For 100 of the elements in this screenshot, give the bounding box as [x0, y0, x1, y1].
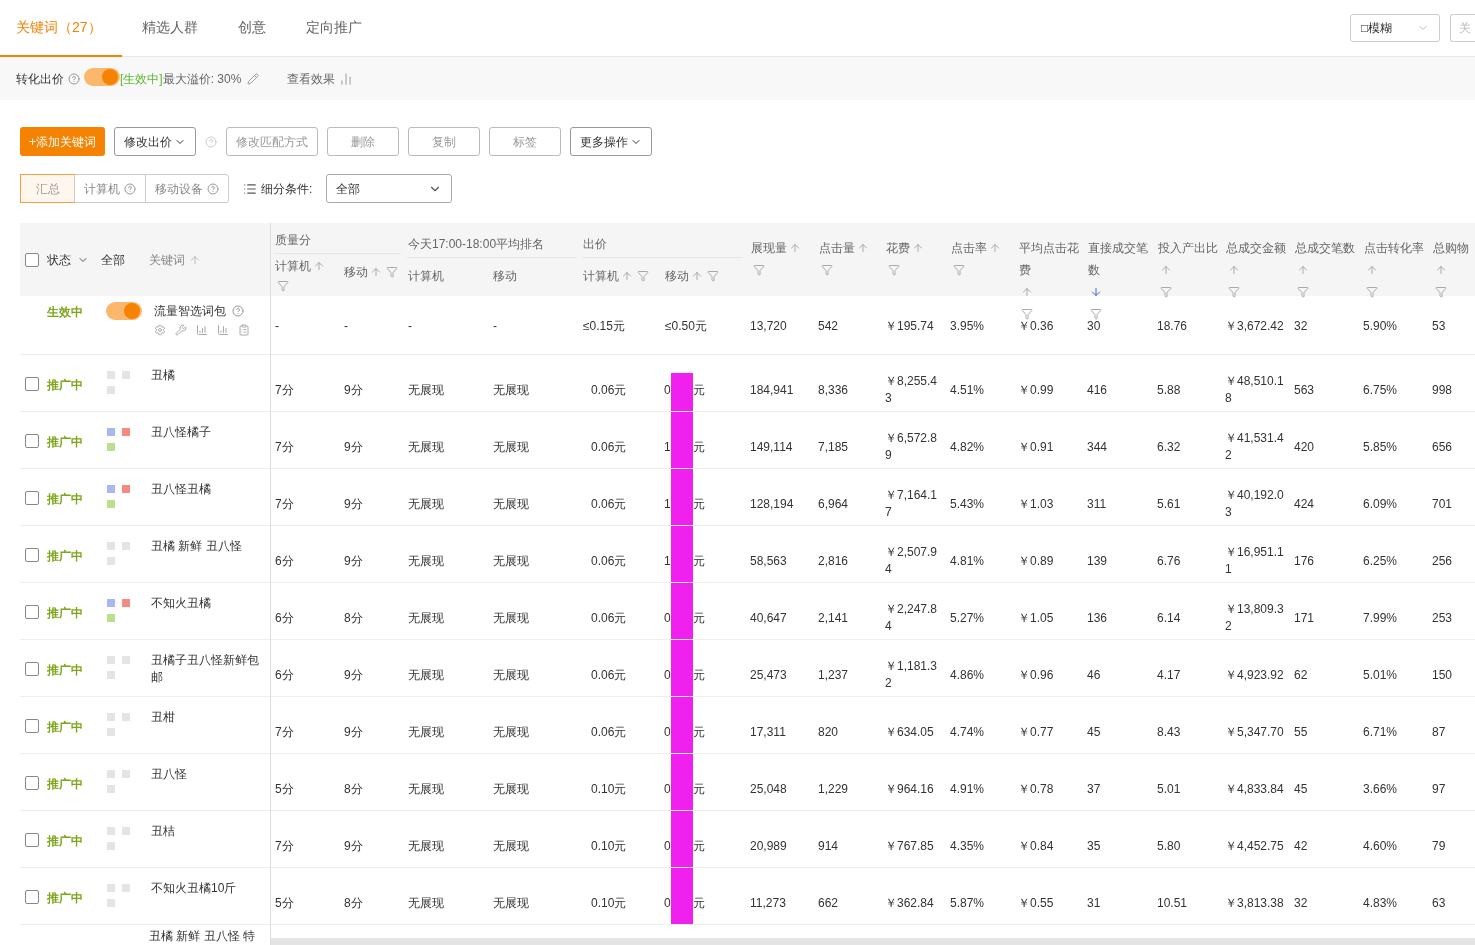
clipboard-icon[interactable]	[238, 324, 250, 336]
table-cell: 45	[1087, 723, 1101, 741]
column-header[interactable]: 点击转化率	[1364, 237, 1424, 259]
sort-ascending-icon[interactable]	[1366, 264, 1378, 276]
column-header[interactable]: 直接成交笔数	[1088, 237, 1153, 281]
sort-ascending-icon[interactable]	[1160, 264, 1172, 276]
help-icon[interactable]	[207, 182, 219, 195]
checkbox[interactable]	[25, 662, 39, 676]
sort-ascending-icon[interactable]	[912, 242, 924, 254]
filter-icon[interactable]	[1435, 286, 1447, 298]
table-cell-text: 无展现	[493, 781, 529, 798]
keyword-text: 丑八怪	[151, 766, 188, 783]
device-tab[interactable]: 计算机	[74, 175, 145, 202]
sort-descending-icon[interactable]	[1090, 286, 1102, 298]
checkbox[interactable]	[25, 890, 39, 904]
column-header[interactable]: 花费	[886, 237, 910, 259]
filter-icon[interactable]	[1090, 308, 1102, 320]
help-icon[interactable]	[68, 72, 80, 85]
sort-ascending-icon[interactable]	[370, 266, 382, 278]
filter-icon[interactable]	[1160, 286, 1172, 298]
filter-icon[interactable]	[821, 264, 833, 276]
tab[interactable]: 定向推广	[286, 0, 382, 57]
tab[interactable]: 创意	[218, 0, 286, 57]
column-header[interactable]: 总成交金额	[1226, 237, 1286, 259]
sort-ascending-icon[interactable]	[691, 270, 703, 282]
filter-icon[interactable]	[953, 264, 965, 276]
checkbox[interactable]	[25, 252, 39, 267]
checkbox[interactable]	[25, 719, 39, 733]
checkbox[interactable]	[25, 776, 39, 790]
bar-chart-icon[interactable]	[339, 71, 354, 86]
keyword-header[interactable]: 关键词	[149, 250, 185, 269]
help-icon[interactable]	[205, 135, 217, 148]
filter-icon[interactable]	[1297, 286, 1309, 298]
filter-icon[interactable]	[888, 264, 900, 276]
checkbox[interactable]	[25, 491, 39, 505]
sort-ascending-icon[interactable]	[189, 253, 201, 266]
sort-ascending-icon[interactable]	[1228, 264, 1240, 276]
checkbox[interactable]	[25, 605, 39, 619]
column-header[interactable]: 点击率	[951, 237, 987, 259]
checkbox[interactable]	[25, 377, 39, 391]
column-header[interactable]: 投入产出比	[1158, 237, 1218, 259]
sort-ascending-icon[interactable]	[1435, 264, 1447, 276]
sort-ascending-icon[interactable]	[857, 242, 869, 254]
bar-chart-icon[interactable]	[196, 324, 208, 336]
sort-ascending-icon[interactable]	[1021, 286, 1033, 298]
toggle-switch[interactable]	[106, 302, 142, 320]
sort-ascending-icon[interactable]	[989, 242, 1001, 254]
column-header[interactable]: 移动	[665, 260, 689, 286]
filter-icon[interactable]	[707, 270, 719, 282]
checkbox[interactable]	[25, 548, 39, 562]
keyword-search-field[interactable]: 关	[1450, 14, 1475, 42]
table-cell: ￥4,923.92	[1225, 666, 1284, 684]
filter-icon[interactable]	[1021, 308, 1033, 320]
filter-icon[interactable]	[277, 280, 289, 292]
table-cell-text: 0.10元	[591, 781, 627, 798]
settings-icon[interactable]	[154, 324, 166, 336]
action-button[interactable]: 修改出价	[114, 127, 196, 156]
table-cell-text: 8分	[344, 781, 363, 798]
filter-icon[interactable]	[637, 270, 649, 282]
column-header[interactable]: 平均点击花费	[1019, 237, 1083, 281]
horizontal-scrollbar[interactable]	[271, 938, 1475, 945]
wrench-icon[interactable]	[175, 324, 187, 336]
toggle-switch[interactable]	[84, 67, 120, 86]
breakdown-select[interactable]: 全部	[326, 174, 453, 203]
filter-icon[interactable]	[1366, 286, 1378, 298]
tab[interactable]: 精选人群	[122, 0, 218, 57]
filter-icon[interactable]	[753, 264, 765, 276]
edit-icon[interactable]	[247, 72, 260, 85]
match-select[interactable]: □模糊	[1350, 14, 1440, 42]
view-effect-link[interactable]: 查看效果	[287, 69, 336, 88]
column-header[interactable]: 总购物	[1433, 237, 1469, 259]
column-header[interactable]: 展现量	[751, 237, 787, 259]
table-cell: 25,048	[750, 780, 787, 798]
column-header[interactable]: 计算机	[275, 259, 311, 273]
keyword-text: 丑橘 新鲜 丑八怪	[151, 538, 243, 555]
column-header[interactable]: 总成交笔数	[1295, 237, 1355, 259]
sort-ascending-icon[interactable]	[313, 260, 325, 272]
column-header[interactable]: 计算机	[583, 260, 619, 286]
sort-ascending-icon[interactable]	[1297, 264, 1309, 276]
sort-ascending-icon[interactable]	[621, 270, 633, 282]
column-header[interactable]: 计算机	[408, 260, 444, 286]
bar-chart-icon[interactable]	[217, 324, 229, 336]
checkbox[interactable]	[25, 833, 39, 847]
column-header[interactable]: 移动	[493, 260, 517, 286]
table-cell: ￥0.78	[1018, 780, 1054, 798]
help-icon[interactable]	[232, 305, 244, 317]
table-cell: ￥48,510.18	[1225, 373, 1285, 407]
status-header[interactable]: 状态	[47, 250, 71, 269]
column-header[interactable]: 点击量	[819, 237, 855, 259]
column-header[interactable]: 移动	[344, 256, 368, 282]
table-cell: 31	[1087, 894, 1101, 912]
sort-ascending-icon[interactable]	[789, 242, 801, 254]
filter-icon[interactable]	[386, 266, 398, 278]
device-tab[interactable]: 移动设备	[145, 175, 228, 202]
table-cell-text: 无展现	[408, 610, 444, 627]
table-cell: 4.17	[1157, 666, 1181, 684]
help-icon[interactable]	[124, 182, 136, 195]
action-button[interactable]: 更多操作	[570, 127, 652, 156]
filter-icon[interactable]	[1228, 286, 1240, 298]
checkbox[interactable]	[25, 434, 39, 448]
